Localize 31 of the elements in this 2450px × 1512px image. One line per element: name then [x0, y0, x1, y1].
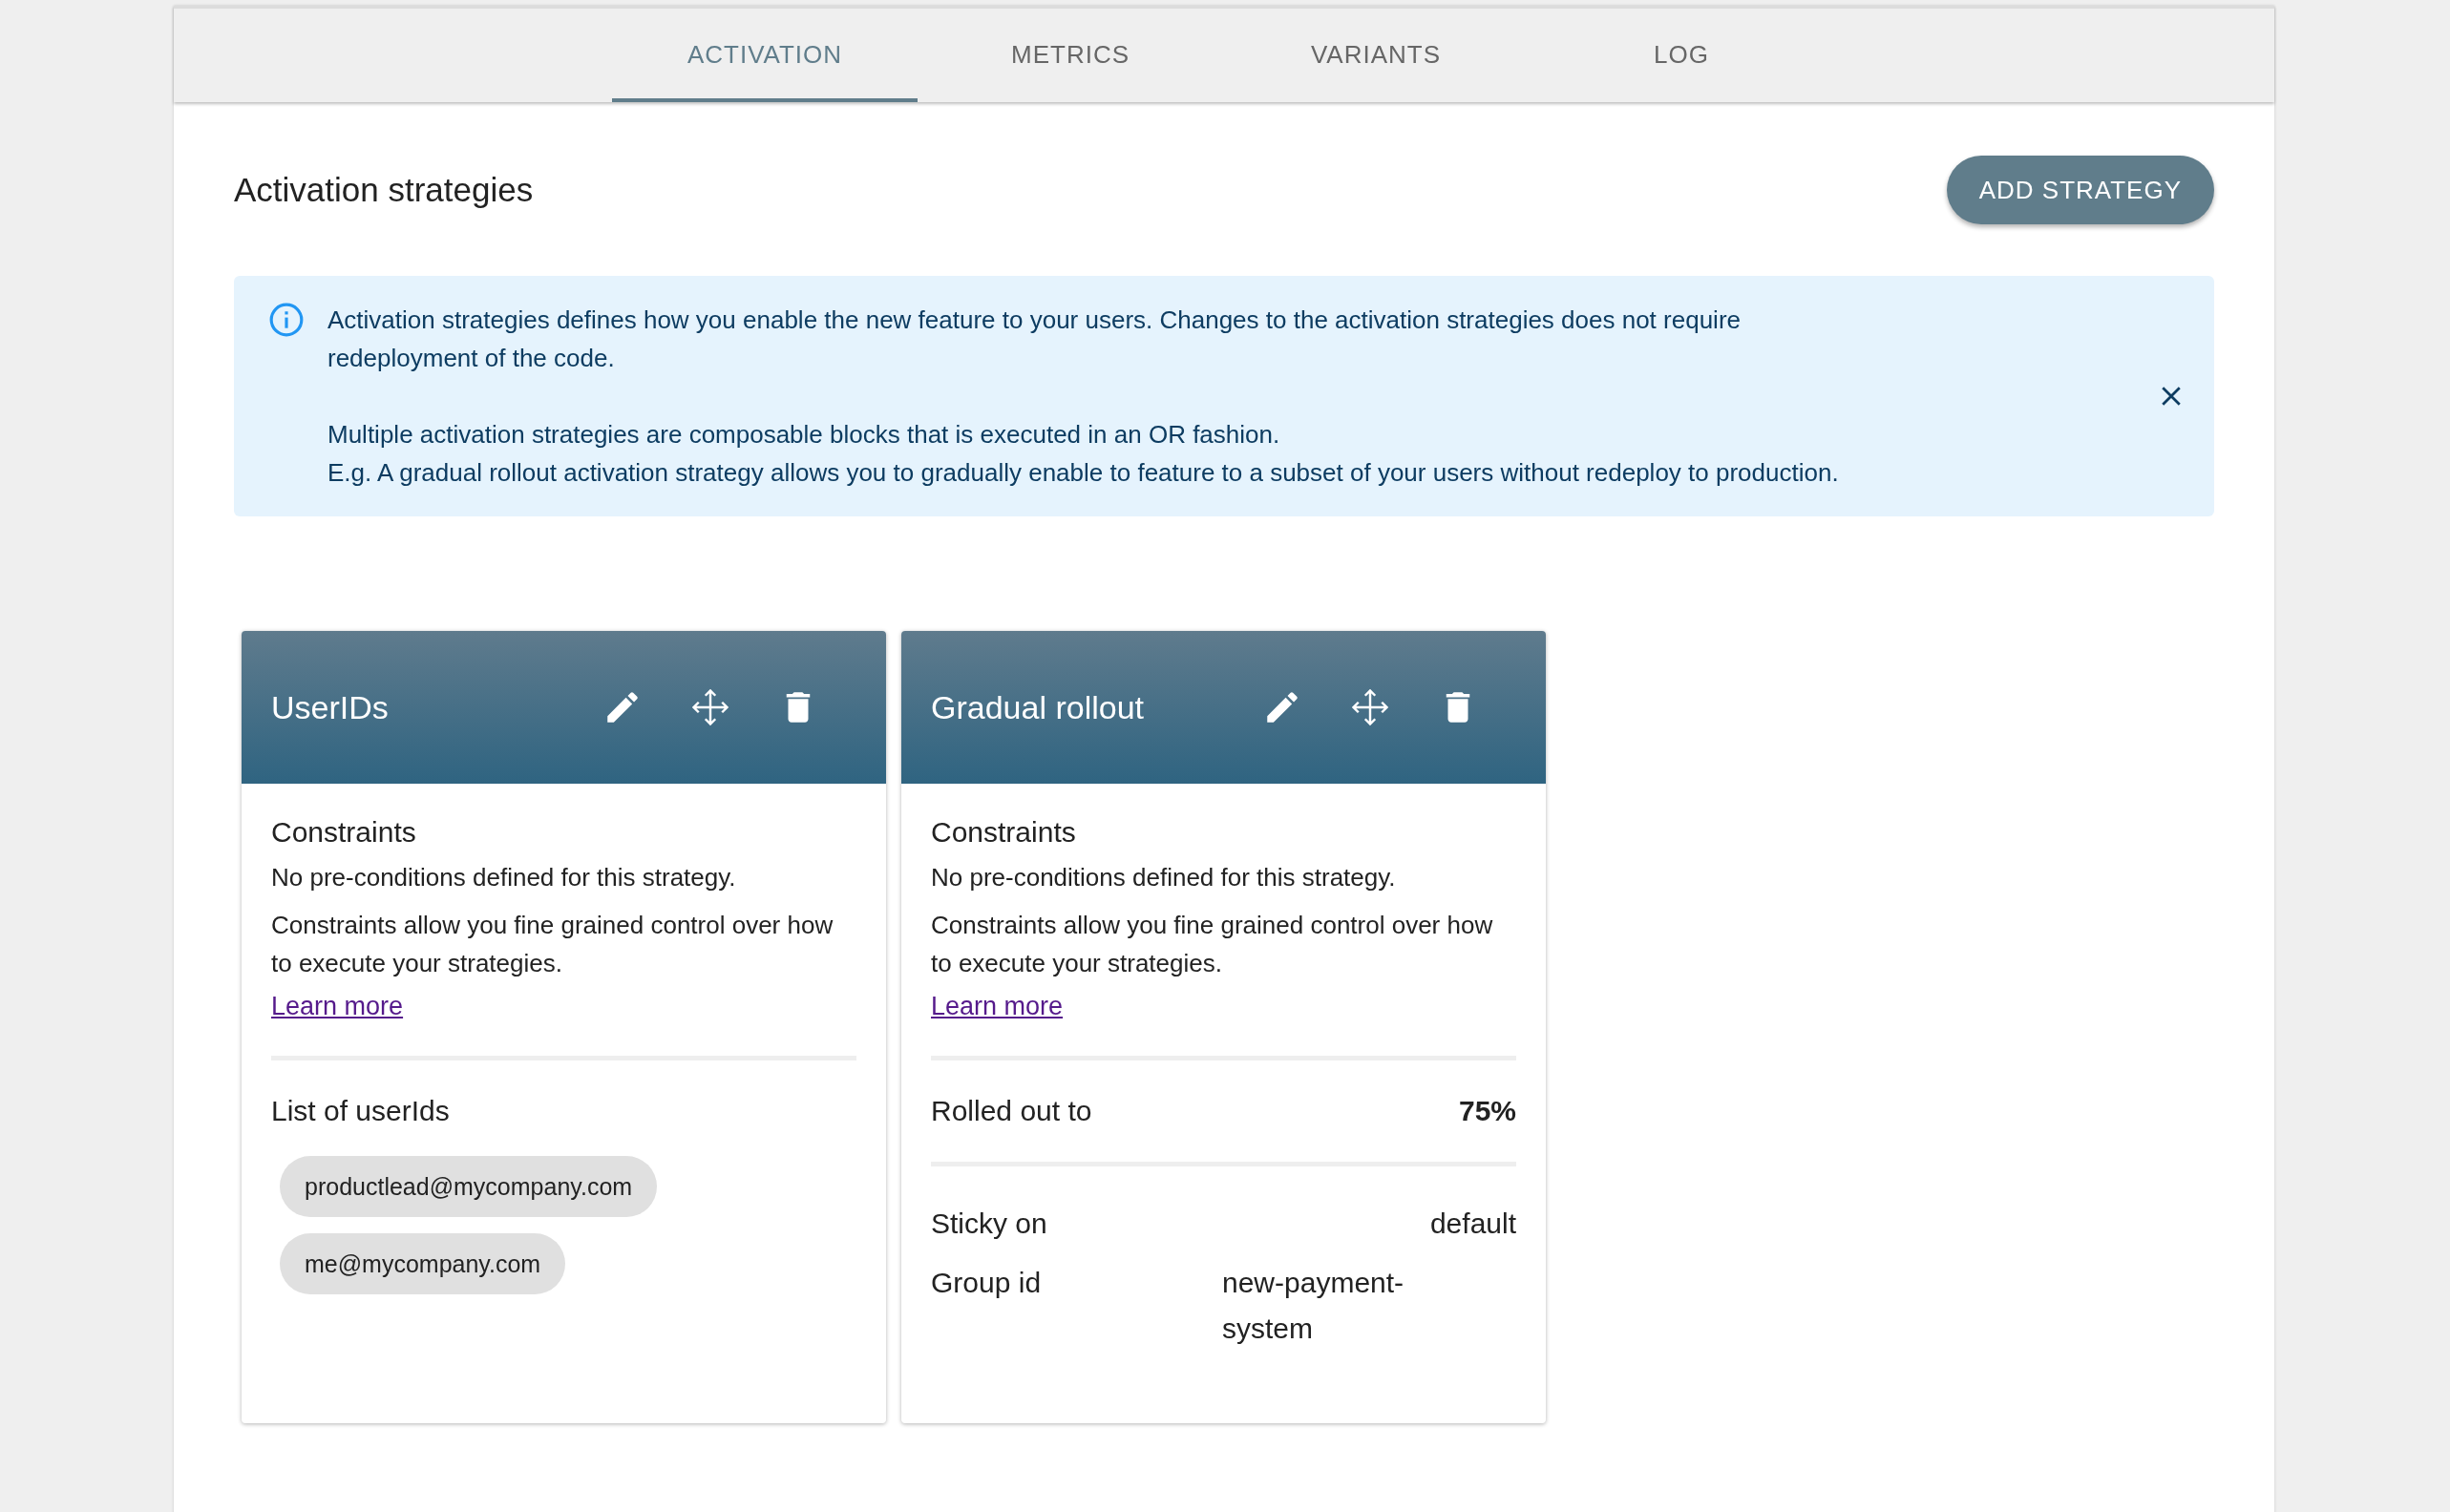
- field-value: default: [1429, 1207, 1516, 1241]
- info-text: Activation strategies defines how you enable the new feature to your users. Changes to the activation strategies does not require redeployment of the code.: [327, 304, 1742, 374]
- info-text: E.g. A gradual rollout activation strategy allows you to gradually enable to feature to a subset of your users without redeploy to production.: [327, 457, 1840, 489]
- info-icon: [268, 302, 305, 338]
- user-id-chip: productlead@mycompany.com: [280, 1156, 658, 1217]
- learn-more-link[interactable]: Learn more: [271, 992, 404, 1020]
- field-label: Group id: [931, 1266, 1043, 1300]
- field-label: Sticky on: [931, 1207, 1047, 1241]
- user-id-chip: me@mycompany.com: [280, 1233, 566, 1294]
- param-label: Rolled out to: [931, 1095, 1092, 1127]
- strategy-title: Gradual rollout: [931, 688, 1145, 726]
- constraints-hint: Constraints allow you fine grained control over how to execute your strategies.: [931, 910, 1494, 979]
- section-title: Activation strategies: [234, 171, 534, 209]
- param-label: List of userIds: [271, 1095, 451, 1127]
- rollout-percentage: 75%: [1458, 1095, 1516, 1127]
- tab[interactable]: VARIANTS: [1223, 9, 1529, 102]
- constraints-empty-text: No pre-conditions defined for this strategy.: [271, 862, 737, 893]
- tab[interactable]: LOG: [1529, 9, 1834, 102]
- tab[interactable]: ACTIVATION: [612, 9, 918, 102]
- move-icon[interactable]: [690, 687, 730, 727]
- move-icon[interactable]: [1350, 687, 1390, 727]
- strategy-title: UserIDs: [271, 688, 390, 726]
- constraints-empty-text: No pre-conditions defined for this strategy.: [931, 862, 1397, 893]
- tab[interactable]: METRICS: [918, 9, 1223, 102]
- info-text: Multiple activation strategies are composable blocks that is executed in an OR fashion.: [327, 419, 1281, 451]
- constraints-title: Constraints: [931, 816, 1077, 849]
- add-strategy-button[interactable]: ADD STRATEGY: [1946, 156, 2214, 224]
- learn-more-link[interactable]: Learn more: [931, 992, 1064, 1020]
- constraints-hint: Constraints allow you fine grained control over how to execute your strategies.: [271, 910, 834, 979]
- constraints-title: Constraints: [271, 816, 417, 849]
- field-value: new-payment-system: [1222, 1266, 1405, 1346]
